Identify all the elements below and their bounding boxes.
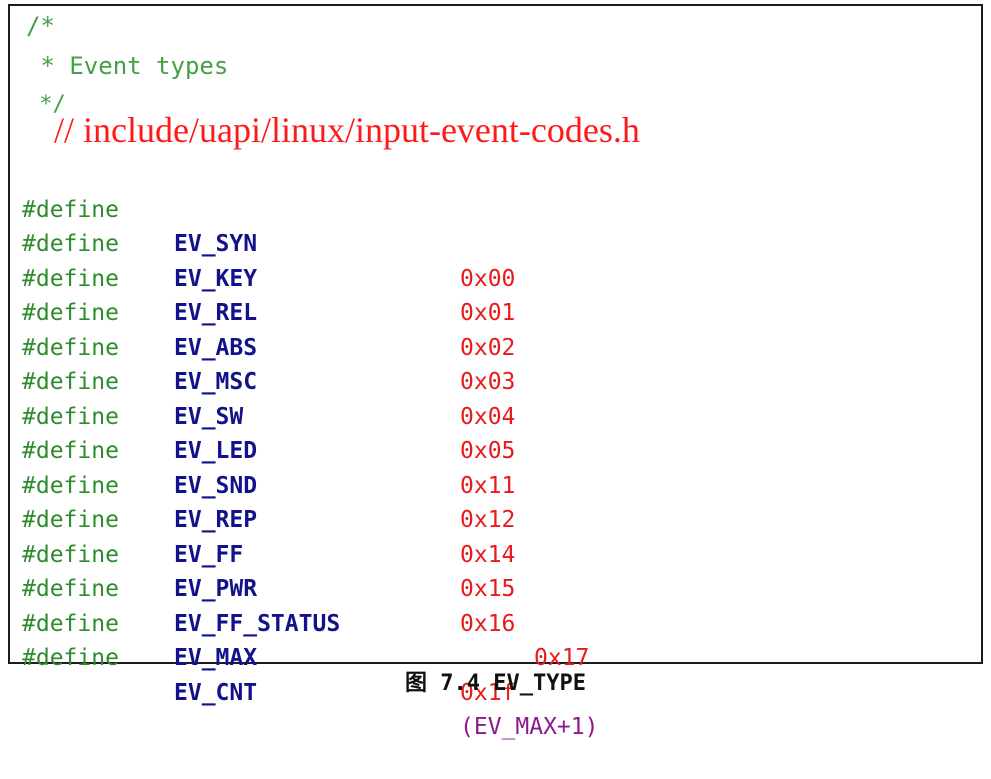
- define-row: #define EV_SND 0x12: [22, 400, 981, 533]
- define-row: #define EV_REP 0x14: [22, 434, 981, 568]
- comment-text: * Event types: [26, 52, 229, 80]
- comment-open: /*: [26, 12, 55, 40]
- source-path-note: // include/uapi/linux/input-event-codes.…: [54, 110, 640, 150]
- define-row: #define EV_CNT (EV_MAX+1): [22, 607, 981, 740]
- define-row: #define EV_LED 0x11: [22, 365, 981, 499]
- define-list: #define EV_SYN 0x00 #define EV_KEY 0x01 …: [22, 158, 981, 741]
- define-row: #define EV_FF 0x15: [22, 469, 981, 602]
- figure-caption: 图 7.4 EV_TYPE: [405, 671, 586, 696]
- define-row: #define EV_MSC 0x04: [22, 296, 981, 430]
- define-row: #define EV_KEY 0x01: [22, 193, 981, 326]
- macro-value: (EV_MAX+1): [460, 714, 599, 740]
- define-row: #define EV_SYN 0x00: [22, 158, 981, 292]
- code-listing: /* * Event types */ // include/uapi/linu…: [8, 4, 983, 741]
- define-row: #define EV_ABS 0x03: [22, 262, 981, 395]
- define-row: #define EV_FF_STATUS 0x17: [22, 538, 981, 671]
- define-row: #define EV_MAX 0x1f: [22, 572, 981, 706]
- define-row: #define EV_REL 0x02: [22, 227, 981, 361]
- define-row: #define EV_PWR 0x16: [22, 503, 981, 637]
- define-row: #define EV_SW 0x05: [22, 331, 981, 464]
